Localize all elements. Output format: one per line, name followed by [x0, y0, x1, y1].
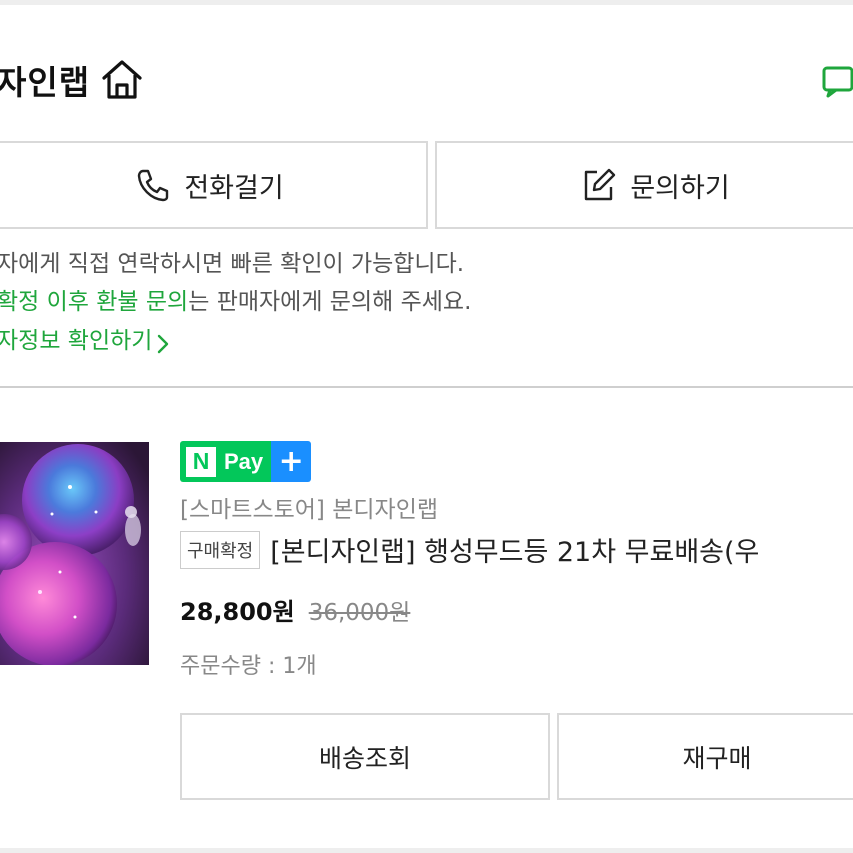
call-button-label: 전화걸기 [184, 172, 284, 204]
store-label: [스마트스토어] 본디자인랩 [180, 497, 439, 523]
refund-notice: 확정 이후 환불 문의는 판매자에게 문의해 주세요. [0, 286, 471, 318]
order-quantity: 주문수량 : 1개 [180, 654, 317, 679]
inquiry-button-label: 문의하기 [630, 172, 730, 204]
refund-notice-highlight: 확정 이후 환불 문의 [0, 289, 189, 315]
top-separator [0, 0, 853, 5]
store-name: 자인랩 [0, 63, 91, 102]
plus-icon: + [271, 441, 312, 482]
original-price: 36,000원 [308, 600, 411, 626]
npay-text: Pay [224, 448, 264, 474]
npay-n: N [186, 446, 216, 477]
call-button[interactable]: 전화걸기 [0, 141, 428, 229]
status-badge: 구매확정 [180, 530, 261, 569]
seller-info-link[interactable]: 자정보 확인하기 [0, 325, 170, 357]
seller-info-label: 자정보 확인하기 [0, 328, 153, 354]
product-title-row: 구매확정 [본디자인랩] 행성무드등 21차 무료배송(우 [180, 530, 759, 569]
track-shipping-button[interactable]: 배송조회 [180, 713, 550, 800]
chat-icon[interactable] [820, 60, 853, 100]
chevron-right-icon [156, 327, 170, 355]
inquiry-button[interactable]: 문의하기 [435, 141, 853, 229]
refund-notice-text: 는 판매자에게 문의해 주세요. [188, 289, 472, 315]
price: 28,800원 [180, 598, 295, 626]
naver-pay-badge: N Pay + [180, 441, 312, 482]
npay-main: N Pay [180, 441, 272, 482]
home-icon[interactable] [98, 56, 146, 104]
bottom-separator [0, 848, 853, 853]
price-row: 28,800원 36,000원 [180, 592, 410, 627]
edit-icon [580, 166, 618, 204]
rebuy-button[interactable]: 재구매 [557, 713, 853, 800]
product-title[interactable]: [본디자인랩] 행성무드등 21차 무료배송(우 [270, 530, 759, 569]
contact-notice: 자에게 직접 연락하시면 빠른 확인이 가능합니다. [0, 251, 465, 277]
store-header: 자인랩 [0, 52, 146, 108]
product-thumbnail[interactable] [0, 442, 149, 665]
section-divider [0, 386, 853, 388]
phone-icon [134, 166, 172, 204]
